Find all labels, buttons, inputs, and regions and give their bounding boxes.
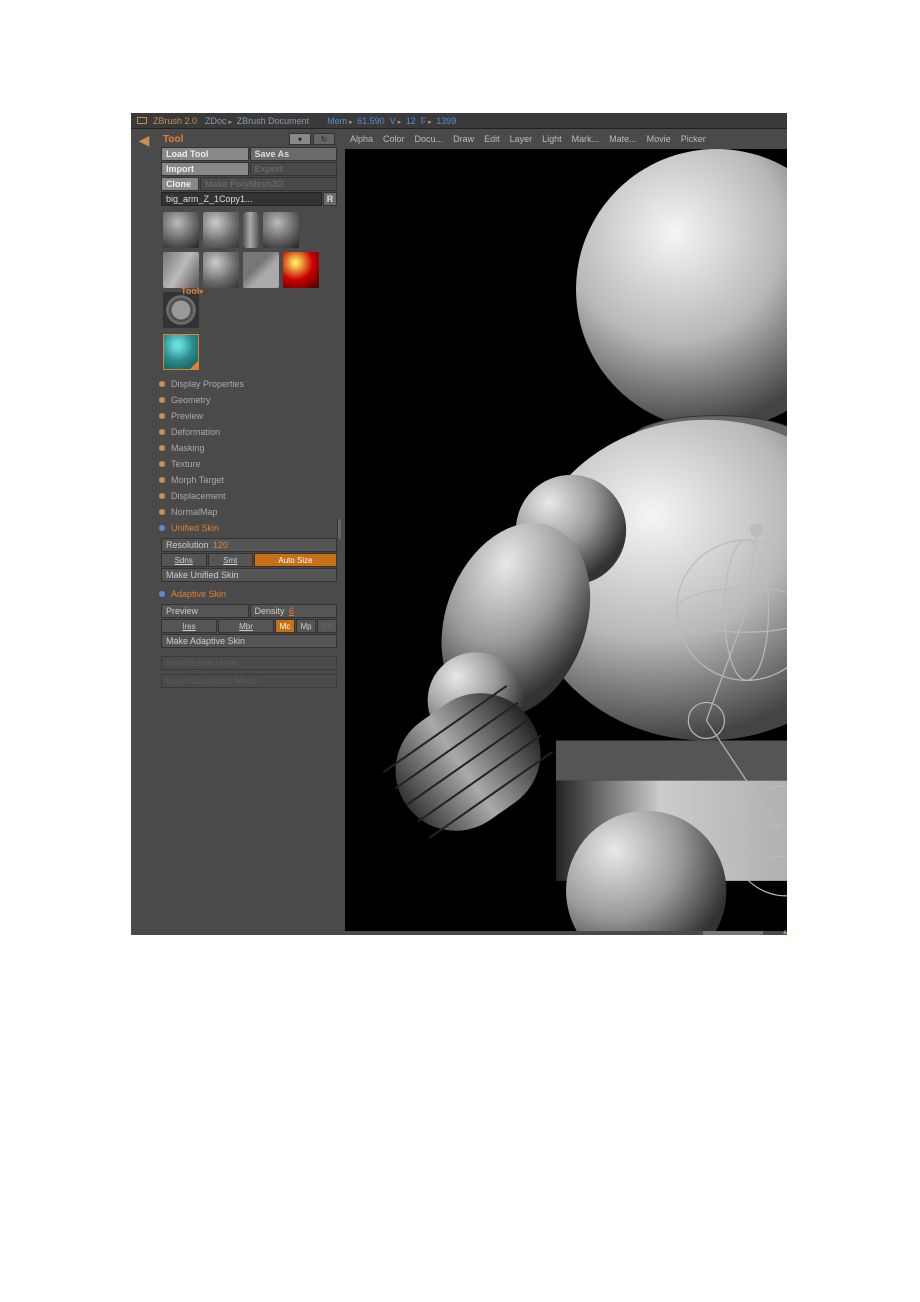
subpanel-adaptive[interactable]: Adaptive Skin bbox=[161, 586, 337, 602]
ires-button[interactable]: Ires bbox=[161, 619, 217, 633]
tool-thumb-figure2[interactable] bbox=[263, 212, 299, 248]
tool-panel: Tool ▾ ↻ Load Tool Save As Import Export… bbox=[157, 129, 341, 935]
subpanel-normalmap[interactable]: NormalMap bbox=[161, 504, 337, 520]
subpanel-display[interactable]: Display Properties bbox=[161, 376, 337, 392]
menu-movie[interactable]: Movie bbox=[642, 134, 676, 144]
menu-bar: Alpha Color Docu... Draw Edit Layer Ligh… bbox=[341, 129, 787, 149]
smt-button[interactable]: Smt bbox=[208, 553, 254, 567]
mbr-button[interactable]: Mbr bbox=[218, 619, 274, 633]
tool-thumb-cylinder[interactable] bbox=[243, 212, 259, 248]
subpanel-morph[interactable]: Morph Target bbox=[161, 472, 337, 488]
density-slider[interactable]: Density 6 bbox=[250, 604, 338, 618]
menu-draw[interactable]: Draw bbox=[448, 134, 479, 144]
canvas[interactable] bbox=[345, 149, 787, 931]
tool-thumb-sphere2[interactable] bbox=[203, 252, 239, 288]
subpanel-preview[interactable]: Preview bbox=[161, 408, 337, 424]
panel-close-button[interactable]: ↻ bbox=[313, 133, 335, 145]
tool-thumb-ring[interactable] bbox=[163, 292, 199, 328]
mc-button[interactable]: Mc bbox=[275, 619, 295, 633]
subpanel-masking[interactable]: Masking bbox=[161, 440, 337, 456]
adaptive-preview-button[interactable]: Preview bbox=[161, 604, 249, 618]
scroll-arrow-icon[interactable]: ▴ bbox=[771, 927, 787, 935]
tool-thumb-redsphere[interactable] bbox=[283, 252, 319, 288]
doc-label: ZDoc▸ ZBrush Document bbox=[205, 116, 309, 126]
tool-name-field[interactable]: big_arm_Z_1Copy1... bbox=[161, 192, 322, 206]
app-name: ZBrush 2.0 bbox=[153, 116, 197, 126]
app-icon bbox=[135, 114, 149, 128]
left-icon-strip: ◀ bbox=[131, 129, 157, 935]
menu-color[interactable]: Color bbox=[378, 134, 410, 144]
viewport: ▴ bbox=[341, 149, 787, 935]
subpanel-deformation[interactable]: Deformation bbox=[161, 424, 337, 440]
menu-layer[interactable]: Layer bbox=[505, 134, 538, 144]
subpanel-geometry[interactable]: Geometry bbox=[161, 392, 337, 408]
titlebar: ZBrush 2.0 ZDoc▸ ZBrush Document Mem▸ 61… bbox=[131, 113, 787, 129]
panel-minimize-button[interactable]: ▾ bbox=[289, 133, 311, 145]
scroll-thumb[interactable] bbox=[703, 931, 763, 935]
load-tool-button[interactable]: Load Tool bbox=[161, 147, 249, 161]
menu-light[interactable]: Light bbox=[537, 134, 567, 144]
tool-flyout-label[interactable]: Tool▾ bbox=[181, 286, 203, 296]
menu-document[interactable]: Docu... bbox=[410, 134, 449, 144]
subpanel-texture[interactable]: Texture bbox=[161, 456, 337, 472]
menu-marker[interactable]: Mark... bbox=[567, 134, 605, 144]
insert-connector-mesh-button: Insert Connector Mesh bbox=[161, 674, 337, 688]
r-button[interactable]: R bbox=[323, 192, 337, 206]
clone-button[interactable]: Clone bbox=[161, 177, 199, 191]
selected-tool-thumb[interactable] bbox=[163, 334, 199, 370]
make-polymesh-button: Make PolyMesh3D bbox=[200, 177, 337, 191]
subpanel-displacement[interactable]: Displacement bbox=[161, 488, 337, 504]
panel-title: Tool bbox=[163, 134, 183, 145]
menu-alpha[interactable]: Alpha bbox=[345, 134, 378, 144]
pd-button: Pd bbox=[317, 619, 337, 633]
sdns-button[interactable]: Sdns bbox=[161, 553, 207, 567]
zbrush-window: ZBrush 2.0 ZDoc▸ ZBrush Document Mem▸ 61… bbox=[131, 113, 787, 935]
mp-button[interactable]: Mp bbox=[296, 619, 316, 633]
tool-thumb-brush[interactable] bbox=[163, 252, 199, 288]
adaptive-content: Preview Density 6 Ires Mbr Mc Mp Pd Make… bbox=[161, 602, 337, 652]
tool-thumb-figure[interactable] bbox=[163, 212, 199, 248]
main-area: Alpha Color Docu... Draw Edit Layer Ligh… bbox=[341, 129, 787, 935]
menu-picker[interactable]: Picker bbox=[676, 134, 711, 144]
make-unified-skin-button[interactable]: Make Unified Skin bbox=[161, 568, 337, 582]
tool-thumb-sphere[interactable] bbox=[203, 212, 239, 248]
subpanel-unified[interactable]: Unified Skin bbox=[161, 520, 337, 536]
menu-material[interactable]: Mate... bbox=[604, 134, 642, 144]
horizontal-scrollbar[interactable] bbox=[345, 931, 787, 935]
insert-local-mesh-button: Insert Local Mesh bbox=[161, 656, 337, 670]
unified-content: Resolution 120 Sdns Smt Auto Size Make U… bbox=[161, 536, 337, 586]
tool-thumb-cube[interactable] bbox=[243, 252, 279, 288]
export-button: Export bbox=[250, 162, 338, 176]
auto-size-button[interactable]: Auto Size bbox=[254, 553, 337, 567]
model-render bbox=[345, 149, 787, 931]
resolution-slider[interactable]: Resolution 120 bbox=[161, 538, 337, 552]
tool-thumbnails: Tool▾ bbox=[161, 208, 337, 332]
menu-edit[interactable]: Edit bbox=[479, 134, 505, 144]
make-adaptive-skin-button[interactable]: Make Adaptive Skin bbox=[161, 634, 337, 648]
collapse-icon[interactable]: ◀ bbox=[135, 131, 153, 149]
save-as-button[interactable]: Save As bbox=[250, 147, 338, 161]
stats: Mem▸ 61.590 V▸ 12 F▸ 1399 bbox=[327, 116, 456, 126]
import-button[interactable]: Import bbox=[161, 162, 249, 176]
